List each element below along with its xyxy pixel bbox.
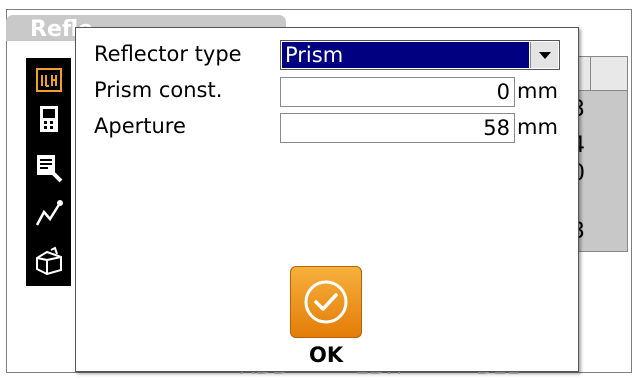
tilt-icon[interactable] <box>32 62 66 98</box>
ok-label: OK <box>309 343 344 367</box>
reflector-type-value: Prism <box>285 43 344 67</box>
instrument-icon[interactable] <box>32 102 66 138</box>
background-sidebar <box>26 58 71 286</box>
tool-box-icon[interactable] <box>32 242 66 278</box>
prism-const-unit: mm <box>517 79 558 103</box>
prism-const-field[interactable]: 0 <box>280 77 515 107</box>
checkmark-icon <box>304 280 348 324</box>
reflector-type-selected: Prism <box>282 42 529 68</box>
reflector-type-select[interactable]: Prism <box>280 40 560 70</box>
aperture-field[interactable]: 58 <box>280 113 515 143</box>
prism-const-value: 0 <box>496 80 510 104</box>
reflector-type-label: Reflector type <box>94 42 242 66</box>
edit-doc-icon[interactable] <box>32 150 66 186</box>
aperture-unit: mm <box>517 115 558 139</box>
aperture-value: 58 <box>483 116 510 140</box>
chevron-down-icon[interactable] <box>530 42 558 68</box>
traverse-icon[interactable] <box>32 196 66 232</box>
ok-button[interactable] <box>290 266 362 338</box>
reflector-settings-dialog: Reflector type Prism Prism const. 0 mm A… <box>75 27 579 372</box>
aperture-label: Aperture <box>94 114 186 138</box>
prism-const-label: Prism const. <box>94 78 223 102</box>
